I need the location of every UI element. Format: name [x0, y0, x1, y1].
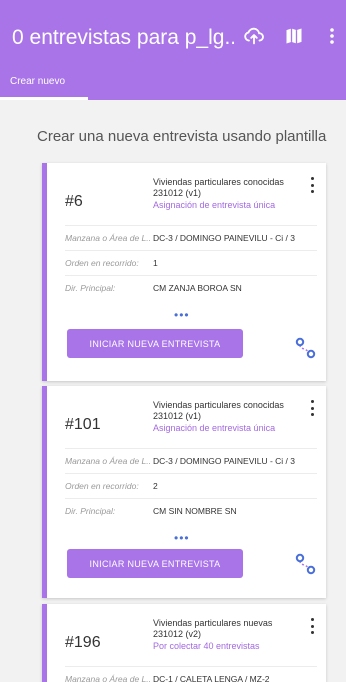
detail-row: Manzana o Área de L... DC-1 / CALETA LEN… [65, 666, 317, 682]
app-title: 0 entrevistas para p_lg... [12, 26, 234, 49]
row-label: Dir. Principal: [65, 506, 116, 516]
route-icon[interactable] [293, 552, 319, 576]
detail-row: Orden en recorrido: 2 [65, 473, 317, 495]
section-title: Crear una nueva entrevista usando planti… [37, 128, 327, 145]
cloud-sync-icon[interactable] [240, 22, 268, 50]
map-icon[interactable] [280, 22, 308, 50]
template-name: Viviendas particulares conocidas 231012 … [153, 177, 284, 198]
card-number: #196 [65, 634, 101, 651]
detail-row: Dir. Principal: CM ZANJA BOROA SN [65, 275, 317, 297]
row-value: DC-1 / CALETA LENGA / MZ-2 [153, 674, 270, 682]
row-value: 2 [153, 481, 158, 491]
app-bar: 0 entrevistas para p_lg... Crear nuevo [0, 0, 346, 100]
detail-row: Manzana o Área de L... DC-3 / DOMINGO PA… [65, 448, 317, 470]
tab-label: Crear nuevo [10, 76, 66, 87]
template-info: Viviendas particulares conocidas 231012 … [153, 177, 301, 211]
detail-row: Dir. Principal: CM SIN NOMBRE SN [65, 498, 317, 520]
route-icon[interactable] [293, 336, 319, 360]
template-card: #6 Viviendas particulares conocidas 2310… [42, 163, 326, 381]
card-number: #101 [65, 416, 101, 433]
row-label: Manzana o Área de L... [65, 674, 151, 682]
template-info: Viviendas particulares nuevas 231012 (v2… [153, 618, 301, 652]
row-label: Dir. Principal: [65, 283, 116, 293]
template-subtitle: Asignación de entrevista única [153, 200, 276, 210]
row-value: CM ZANJA BOROA SN [153, 283, 242, 293]
template-card: #101 Viviendas particulares conocidas 23… [42, 386, 326, 598]
card-menu-icon[interactable] [307, 177, 317, 193]
row-value: CM SIN NOMBRE SN [153, 506, 237, 516]
template-name: Viviendas particulares nuevas 231012 (v2… [153, 618, 273, 639]
row-value: DC-3 / DOMINGO PAINEVILU - Ci / 3 [153, 456, 296, 466]
row-value: 1 [153, 258, 158, 268]
card-menu-icon[interactable] [307, 618, 317, 634]
template-card: #196 Viviendas particulares nuevas 23101… [42, 604, 326, 682]
row-label: Orden en recorrido: [65, 258, 139, 268]
template-name: Viviendas particulares conocidas 231012 … [153, 400, 284, 421]
row-label: Orden en recorrido: [65, 481, 139, 491]
start-interview-button[interactable]: INICIAR NUEVA ENTREVISTA [67, 549, 243, 578]
more-vert-icon[interactable] [318, 22, 346, 50]
start-interview-button[interactable]: INICIAR NUEVA ENTREVISTA [67, 329, 243, 358]
row-value: DC-3 / DOMINGO PAINEVILU - Ci / 3 [153, 233, 296, 243]
tab-crear-nuevo[interactable]: Crear nuevo [0, 64, 88, 100]
card-menu-icon[interactable] [307, 400, 317, 416]
row-label: Manzana o Área de L... [65, 456, 151, 466]
template-subtitle: Asignación de entrevista única [153, 423, 276, 433]
show-more-dots[interactable]: ••• [174, 531, 190, 545]
row-label: Manzana o Área de L... [65, 233, 151, 243]
detail-row: Orden en recorrido: 1 [65, 250, 317, 272]
card-number: #6 [65, 193, 83, 210]
template-info: Viviendas particulares conocidas 231012 … [153, 400, 301, 434]
show-more-dots[interactable]: ••• [174, 308, 190, 322]
template-subtitle: Por colectar 40 entrevistas [153, 641, 260, 651]
detail-row: Manzana o Área de L... DC-3 / DOMINGO PA… [65, 225, 317, 247]
tab-indicator [0, 97, 88, 100]
